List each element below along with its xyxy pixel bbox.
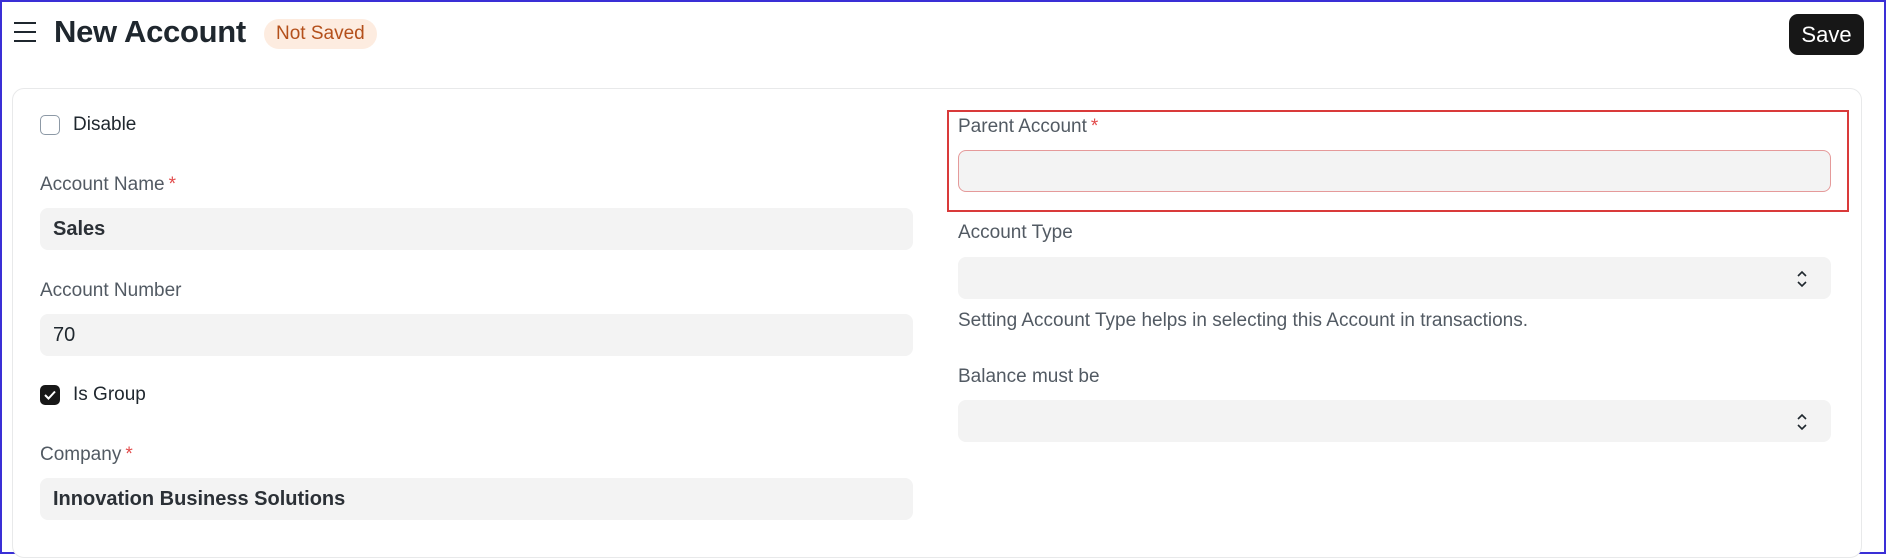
- company-input[interactable]: Innovation Business Solutions: [40, 478, 913, 520]
- page-header: New Account Not Saved Save: [0, 0, 1886, 70]
- account-type-select[interactable]: [958, 257, 1831, 299]
- disable-checkbox-row[interactable]: Disable: [40, 114, 136, 136]
- select-chevron-icon: [1797, 270, 1807, 288]
- disable-label: Disable: [73, 114, 137, 135]
- required-marker: *: [168, 174, 177, 195]
- account-number-input[interactable]: 70: [40, 314, 913, 356]
- account-type-label: Account Type: [958, 222, 1073, 243]
- required-marker: *: [125, 444, 133, 465]
- parent-account-label-text: Parent Account: [958, 116, 1087, 137]
- is-group-label: Is Group: [73, 384, 146, 405]
- parent-account-input[interactable]: [958, 150, 1831, 192]
- page-title: New Account: [54, 14, 246, 49]
- account-type-help: Setting Account Type helps in selecting …: [958, 310, 1528, 331]
- parent-account-label: Parent Account *: [958, 116, 1098, 138]
- disable-checkbox[interactable]: [40, 115, 60, 135]
- account-name-label-text: Account Name: [40, 174, 165, 195]
- required-marker: *: [1090, 116, 1099, 137]
- select-chevron-icon: [1797, 413, 1807, 431]
- account-number-label: Account Number: [40, 280, 182, 301]
- account-name-label: Account Name *: [40, 174, 176, 196]
- company-label: Company *: [40, 444, 133, 466]
- save-button[interactable]: Save: [1789, 14, 1864, 55]
- balance-must-be-label: Balance must be: [958, 366, 1100, 387]
- is-group-checkbox-row[interactable]: Is Group: [40, 384, 146, 406]
- account-name-input[interactable]: Sales: [40, 208, 913, 250]
- checkmark-icon: [44, 390, 56, 400]
- is-group-checkbox[interactable]: [40, 385, 60, 405]
- status-badge: Not Saved: [264, 19, 377, 49]
- company-label-text: Company: [40, 444, 122, 465]
- balance-must-be-select[interactable]: [958, 400, 1831, 442]
- hamburger-menu-icon[interactable]: [14, 22, 36, 44]
